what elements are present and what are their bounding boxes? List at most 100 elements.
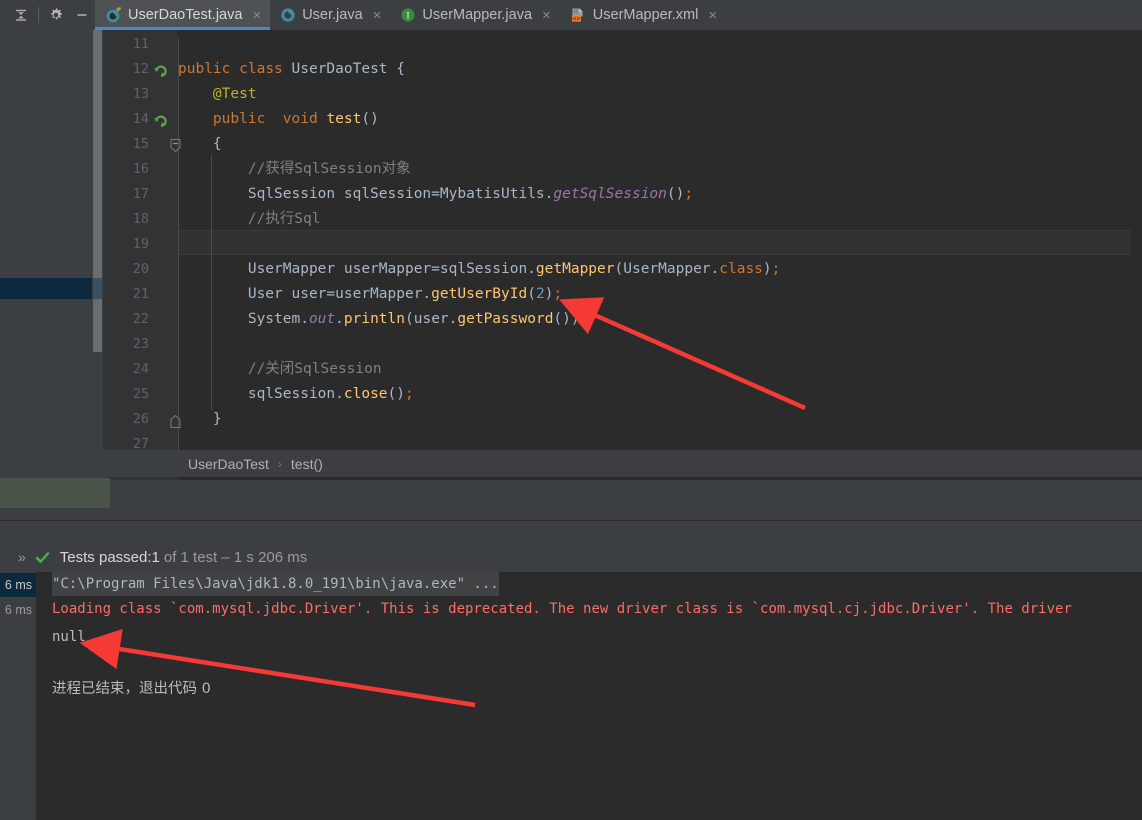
ide-window: UserDaoTest.java × User.java × I UserMap… [0, 0, 1142, 820]
tab-usermapper-xml[interactable]: <> UserMapper.xml × [560, 0, 726, 30]
code-line-text: User user=userMapper.getUserById(2); [178, 286, 563, 302]
line-number[interactable]: 24 [103, 357, 149, 382]
breadcrumb: UserDaoTest › test() [103, 450, 1142, 477]
line-number[interactable]: 13 [103, 82, 149, 107]
open-file-tabs: UserDaoTest.java × User.java × I UserMap… [95, 0, 726, 30]
java-class-runnable-icon [105, 6, 122, 24]
project-panel-scrollbar-thumb[interactable] [93, 30, 102, 352]
minimize-icon[interactable] [69, 2, 95, 28]
tab-label: UserMapper.java [422, 7, 533, 23]
code-line: 22 System.out.println(user.getPassword()… [103, 307, 1142, 332]
code-line: 25 sqlSession.close(); [103, 382, 1142, 407]
console-output[interactable]: "C:\Program Files\Java\jdk1.8.0_191\bin\… [36, 572, 1142, 820]
breadcrumb-method[interactable]: test() [291, 456, 323, 472]
code-line: 15 { [103, 132, 1142, 157]
project-panel-scrollbar-selection-marker [93, 278, 102, 299]
line-number[interactable]: 18 [103, 207, 149, 232]
tab-userdaotest-java[interactable]: UserDaoTest.java × [95, 0, 271, 30]
code-line: 24 //关闭SqlSession [103, 357, 1142, 382]
code-line-text: //执行Sql [178, 211, 321, 227]
toolbar-divider [38, 7, 39, 23]
line-number[interactable]: 21 [103, 282, 149, 307]
panel-divider [0, 520, 1142, 521]
code-line-text: //关闭SqlSession [178, 361, 382, 377]
java-class-icon [280, 7, 296, 23]
tab-usermapper-java[interactable]: I UserMapper.java × [390, 0, 559, 30]
code-line-text: public void test() [212, 111, 379, 127]
close-icon[interactable]: × [252, 8, 261, 23]
test-status-bar: » Tests passed: 1 of 1 test – 1 s 206 ms [0, 542, 307, 572]
line-number[interactable]: 22 [103, 307, 149, 332]
line-number[interactable]: 20 [103, 257, 149, 282]
tab-label: UserDaoTest.java [128, 7, 243, 23]
test-status-suffix: of 1 test – 1 s 206 ms [163, 548, 308, 566]
code-line: 12 public class UserDaoTest { [103, 57, 1142, 82]
code-editor[interactable]: 11 12 public class UserDaoTest {13 @Test 14… [103, 30, 1142, 480]
window-tool-buttons [0, 0, 95, 30]
code-line: 16 //获得SqlSession对象 [103, 157, 1142, 182]
code-line-text: UserMapper userMapper=sqlSession.getMapp… [178, 261, 781, 277]
code-line: 21 User user=userMapper.getUserById(2); [103, 282, 1142, 307]
close-icon[interactable]: × [708, 8, 717, 23]
xml-file-icon: <> [570, 7, 587, 24]
code-line: 26 } [103, 407, 1142, 432]
svg-text:I: I [407, 11, 410, 21]
line-number[interactable]: 25 [103, 382, 149, 407]
console-time-gutter: 6 ms 6 ms [0, 572, 36, 820]
tab-label: UserMapper.xml [592, 7, 699, 23]
code-line-text: System.out.println(user.getPassword()); [178, 311, 589, 327]
line-number[interactable]: 14 [103, 107, 149, 132]
code-line: 19 [103, 232, 1142, 257]
code-line: 17 SqlSession sqlSession=MybatisUtils.ge… [103, 182, 1142, 207]
code-line-text: } [178, 411, 222, 427]
run-test-icon[interactable] [153, 111, 169, 127]
code-line: 14 public void test() [103, 107, 1142, 132]
console-line-exit: 进程已结束，退出代码 0 [52, 681, 211, 697]
run-tool-window: » Tests passed: 1 of 1 test – 1 s 206 ms… [0, 520, 1142, 820]
breadcrumb-class[interactable]: UserDaoTest [188, 456, 269, 472]
code-line-text: sqlSession.close(); [178, 386, 414, 402]
line-number[interactable]: 26 [103, 407, 149, 432]
vcs-changes-strip [0, 478, 110, 508]
console-line-output: null [52, 629, 86, 645]
code-line-text: SqlSession sqlSession=MybatisUtils.getSq… [178, 186, 694, 202]
tab-user-java[interactable]: User.java × [270, 0, 390, 30]
expand-icon[interactable]: » [18, 549, 26, 565]
code-line: 18 //执行Sql [103, 207, 1142, 232]
line-number[interactable]: 16 [103, 157, 149, 182]
svg-text:<>: <> [572, 14, 580, 22]
line-number[interactable]: 11 [103, 32, 149, 57]
line-number[interactable]: 17 [103, 182, 149, 207]
collapse-all-icon[interactable] [8, 2, 34, 28]
project-tree-selected-row[interactable] [0, 278, 92, 299]
code-line-text: //获得SqlSession对象 [178, 161, 411, 177]
console-line-command: "C:\Program Files\Java\jdk1.8.0_191\bin\… [52, 572, 499, 596]
console-time-label: 6 ms [0, 573, 36, 597]
project-tool-panel[interactable] [0, 30, 92, 480]
line-number[interactable]: 15 [103, 132, 149, 157]
code-line-text: { [178, 136, 222, 152]
test-status-prefix: Tests passed: [59, 548, 152, 566]
check-icon [35, 550, 50, 565]
code-line: 13 @Test [103, 82, 1142, 107]
line-number[interactable]: 23 [103, 332, 149, 357]
close-icon[interactable]: × [373, 8, 382, 23]
editor-tab-bar: UserDaoTest.java × User.java × I UserMap… [0, 0, 1142, 31]
console-line-error: Loading class `com.mysql.jdbc.Driver'. T… [52, 601, 1072, 617]
code-line: 11 [103, 32, 1142, 57]
editor-area: 11 12 public class UserDaoTest {13 @Test 14… [0, 30, 1142, 508]
code-line: 20 UserMapper userMapper=sqlSession.getM… [103, 257, 1142, 282]
code-line: 23 [103, 332, 1142, 357]
breadcrumb-separator-icon: › [277, 456, 282, 471]
run-test-icon[interactable] [153, 61, 169, 77]
code-line-text: @Test [212, 86, 257, 102]
console-time-label: 6 ms [4, 603, 32, 617]
line-number[interactable]: 19 [103, 232, 149, 257]
line-number[interactable]: 12 [103, 57, 149, 82]
tab-label: User.java [302, 7, 363, 23]
java-interface-icon: I [400, 7, 416, 23]
close-icon[interactable]: × [542, 8, 551, 23]
editor-scrollbar-column[interactable] [1130, 30, 1142, 480]
gear-icon[interactable] [43, 2, 69, 28]
code-line-text: public class UserDaoTest { [178, 61, 405, 77]
